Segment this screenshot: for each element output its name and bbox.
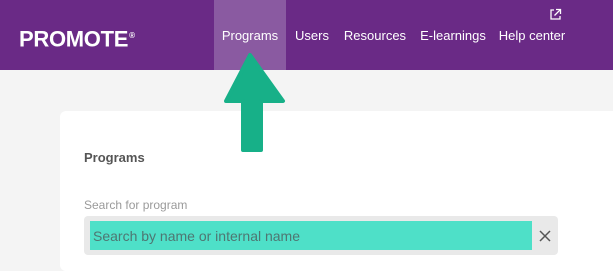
nav-item-users[interactable]: Users: [290, 0, 334, 70]
promote-logo[interactable]: PROMOTE®: [19, 23, 135, 52]
search-label: Search for program: [84, 198, 188, 212]
logo-registered-mark: ®: [129, 31, 135, 40]
search-input[interactable]: [90, 221, 532, 250]
nav-item-resources[interactable]: Resources: [341, 0, 409, 70]
top-navigation-bar: PROMOTE® Programs Users Resources E-lear…: [0, 0, 613, 70]
nav-item-e-learnings[interactable]: E-learnings: [418, 0, 488, 70]
external-link-icon[interactable]: [549, 8, 562, 21]
nav-item-programs[interactable]: Programs: [214, 0, 286, 70]
logo-text: PROMOTE: [19, 26, 129, 52]
page-title: Programs: [84, 150, 145, 165]
close-icon[interactable]: [538, 229, 552, 243]
